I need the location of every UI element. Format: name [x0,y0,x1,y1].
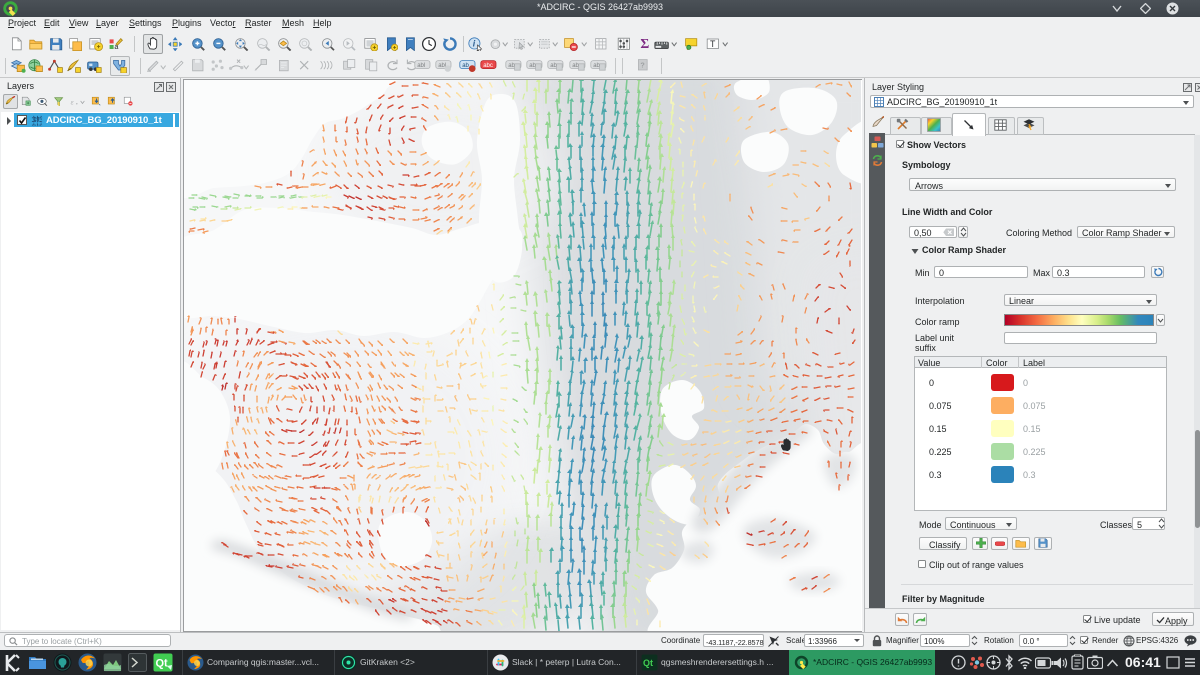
svg-text:T: T [710,39,716,49]
svg-text:ab: ab [462,63,469,69]
svg-text:19: 19 [33,117,39,123]
svg-text:?: ? [640,61,644,70]
svg-text:Σ: Σ [640,36,649,51]
svg-text:Qt: Qt [156,658,169,670]
svg-text:abl: abl [417,63,425,69]
svg-text:abc: abc [483,63,493,69]
svg-text:ε: ε [71,99,75,106]
svg-text:Qt: Qt [643,658,653,668]
